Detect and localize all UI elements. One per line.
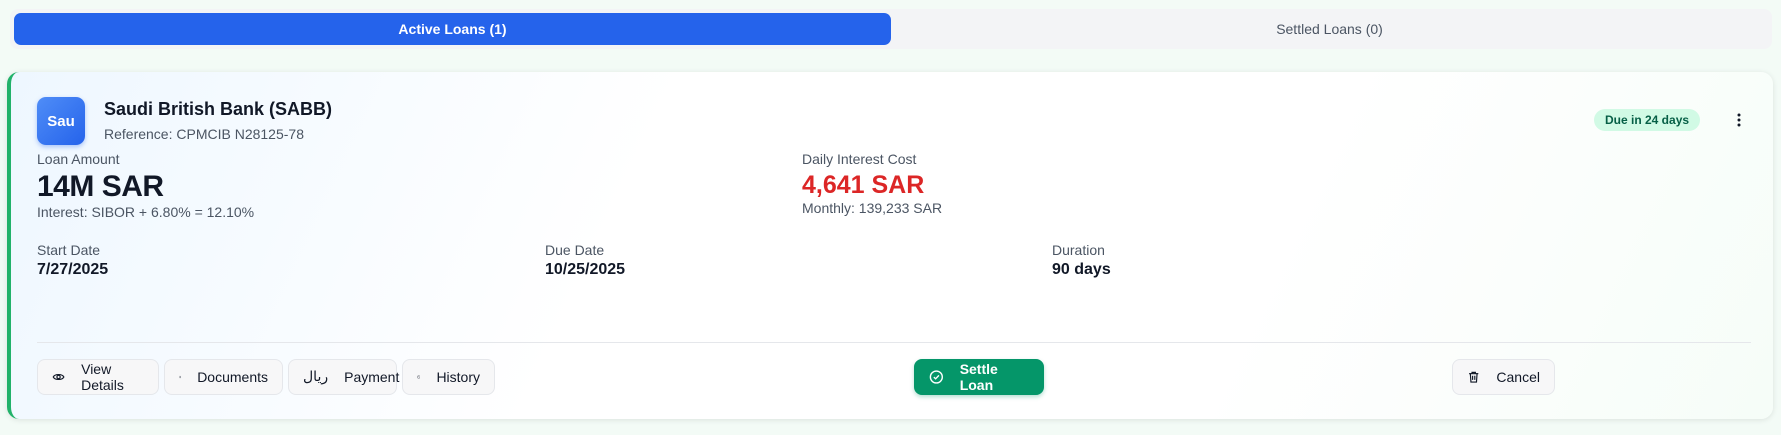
payment-label: Payment bbox=[344, 369, 400, 385]
monthly-interest: Monthly: 139,233 SAR bbox=[802, 200, 943, 216]
loan-tabs: Active Loans (1) Settled Loans (0) bbox=[10, 9, 1772, 49]
settle-loan-button[interactable]: Settle Loan bbox=[914, 359, 1044, 395]
cancel-label: Cancel bbox=[1496, 369, 1540, 385]
loan-amount-value: 14M SAR bbox=[37, 170, 164, 203]
cancel-loan-button[interactable]: Cancel bbox=[1452, 359, 1555, 395]
due-status-badge: Due in 24 days bbox=[1594, 109, 1701, 131]
bank-avatar: Sau bbox=[37, 97, 85, 145]
tab-active-loans[interactable]: Active Loans (1) bbox=[14, 13, 891, 45]
loan-amount-label: Loan Amount bbox=[37, 151, 120, 167]
document-icon bbox=[179, 376, 181, 378]
view-details-label: View Details bbox=[81, 361, 124, 393]
view-details-button[interactable]: View Details bbox=[37, 359, 159, 395]
clock-icon bbox=[417, 375, 421, 379]
daily-interest-label: Daily Interest Cost bbox=[802, 151, 917, 167]
trash-icon bbox=[1469, 371, 1479, 383]
daily-interest-value: 4,641 SAR bbox=[802, 171, 925, 199]
start-date-label: Start Date bbox=[37, 242, 101, 258]
due-date-label: Due Date bbox=[545, 242, 605, 258]
due-date-value: 10/25/2025 bbox=[545, 261, 626, 278]
tab-settled-loans[interactable]: Settled Loans (0) bbox=[891, 13, 1768, 45]
check-circle-icon bbox=[929, 370, 943, 384]
history-button[interactable]: History bbox=[402, 359, 495, 395]
history-label: History bbox=[436, 369, 480, 385]
more-vertical-icon bbox=[1737, 113, 1741, 127]
documents-button[interactable]: Documents bbox=[164, 359, 283, 395]
documents-label: Documents bbox=[197, 369, 268, 385]
divider bbox=[37, 342, 1751, 343]
eye-icon bbox=[52, 373, 65, 381]
interest-rate: Interest: SIBOR + 6.80% = 12.10% bbox=[37, 204, 255, 220]
duration-label: Duration bbox=[1052, 242, 1105, 258]
duration-value: 90 days bbox=[1052, 261, 1111, 278]
riyal-icon: ريال bbox=[303, 369, 329, 385]
settle-loan-label: Settle Loan bbox=[959, 361, 998, 393]
payment-button[interactable]: ريال Payment bbox=[288, 359, 400, 395]
bank-name: Saudi British Bank (SABB) bbox=[104, 99, 333, 119]
loan-reference: Reference: CPMCIB N28125-78 bbox=[104, 126, 304, 142]
start-date-value: 7/27/2025 bbox=[37, 261, 109, 278]
loan-card: Sau Saudi British Bank (SABB) Reference:… bbox=[7, 72, 1773, 419]
more-options-button[interactable] bbox=[1727, 108, 1751, 132]
